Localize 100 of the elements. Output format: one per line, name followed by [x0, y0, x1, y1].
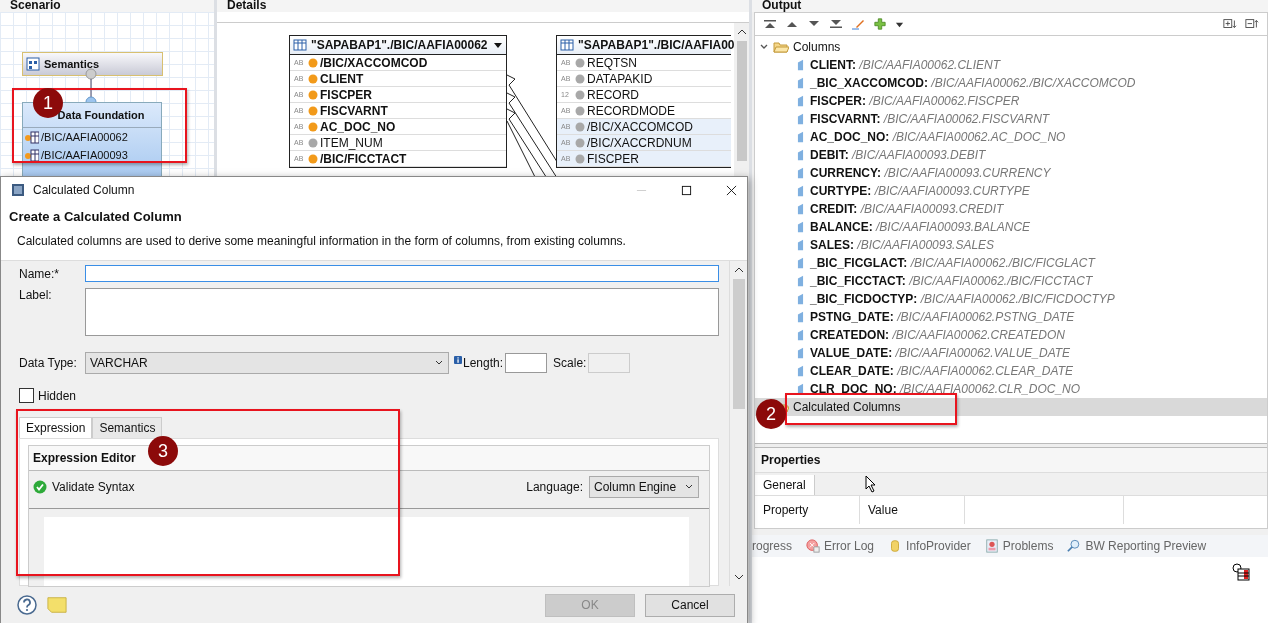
column-icon — [797, 383, 804, 395]
semantics-node[interactable]: Semantics — [22, 52, 163, 76]
dialog-button[interactable]: Cancel — [645, 593, 735, 617]
problems-icon — [984, 539, 999, 553]
column-icon — [797, 329, 804, 341]
validate-syntax-button[interactable]: Validate Syntax — [33, 480, 135, 494]
panel-title: Scenario — [0, 0, 214, 12]
column-mapping[interactable]: VALUE_DATE: /BIC/AAFIA00062.VALUE_DATE — [810, 346, 1071, 360]
field-label: Language: — [526, 480, 583, 494]
add-icon[interactable] — [873, 18, 887, 30]
scroll-thumb[interactable] — [736, 41, 747, 161]
column-mapping[interactable]: SALES: /BIC/AAFIA00093.SALES — [810, 238, 995, 252]
column-icon — [797, 257, 804, 269]
column-icon — [797, 113, 804, 125]
tab[interactable]: General — [755, 475, 815, 495]
pencil-icon[interactable] — [851, 18, 865, 30]
label-field[interactable] — [85, 288, 719, 336]
column-mapping[interactable]: CREDIT: /BIC/AAFIA00093.CREDIT — [810, 202, 1004, 216]
column-name: ITEM_NUM — [320, 135, 383, 150]
column-icon — [797, 167, 804, 179]
callout-number: 3 — [148, 436, 178, 466]
column-header: Property — [755, 496, 860, 524]
column-icon — [797, 239, 804, 251]
column-mapping[interactable]: _BIC_XACCOMCOD: /BIC/AAFIA00062./BIC/XACCOMCOD — [810, 76, 1136, 90]
scrollbar[interactable] — [729, 261, 747, 586]
column-name: DATAPAKID — [587, 71, 653, 86]
help-icon[interactable] — [17, 595, 37, 615]
column-mapping[interactable]: FISCPER: /BIC/AAFIA00062.FISCPER — [810, 94, 1020, 108]
view-tab[interactable]: rogress — [752, 539, 792, 553]
scroll-thumb[interactable] — [732, 279, 745, 409]
language-select[interactable]: Column Engine — [589, 476, 699, 498]
table-icon — [560, 38, 574, 52]
dialog-description: Calculated columns are used to derive some meaningful information in the form of columns, from existing columns. — [16, 234, 627, 248]
table-icon — [25, 130, 39, 144]
scroll-up-icon[interactable] — [733, 266, 744, 274]
panel-title: Output — [752, 0, 1268, 12]
view-tab[interactable]: Problems — [984, 539, 1054, 553]
column-mapping[interactable]: DEBIT: /BIC/AAFIA00093.DEBIT — [810, 148, 986, 162]
column-icon — [797, 59, 804, 71]
column-icon — [797, 311, 804, 323]
column-mapping[interactable]: _BIC_FICDOCTYP: /BIC/AAFIA00062./BIC/FICDOCTYP — [810, 292, 1115, 306]
field-label: Length: — [463, 356, 504, 370]
column-mapping[interactable]: PSTNG_DATE: /BIC/AAFIA00062.PSTNG_DATE — [810, 310, 1075, 324]
name-field[interactable] — [85, 265, 719, 282]
table-name: /BIC/AAFIA00093 — [41, 149, 128, 161]
data-type-select[interactable]: VARCHAR — [85, 352, 449, 374]
table-icon[interactable] — [1232, 563, 1250, 581]
tab[interactable]: Semantics — [92, 417, 163, 438]
field-label: Label: — [19, 288, 53, 302]
hidden-checkbox[interactable] — [19, 388, 34, 403]
check-icon — [33, 480, 47, 494]
scroll-down-icon[interactable] — [733, 573, 744, 581]
expand-all-icon[interactable] — [1223, 18, 1237, 30]
column-name: FISCVARNT — [320, 103, 388, 118]
move-bottom-icon[interactable] — [829, 18, 843, 30]
maximize-icon[interactable] — [681, 184, 692, 196]
column-header: Value — [860, 496, 965, 524]
column-mapping[interactable]: FISCVARNT: /BIC/AAFIA00062.FISCVARNT — [810, 112, 1050, 126]
column-mapping[interactable]: CURTYPE: /BIC/AAFIA00093.CURTYPE — [810, 184, 1030, 198]
node-label: Data Foundation — [56, 109, 145, 121]
move-top-icon[interactable] — [763, 18, 777, 30]
mouse-pointer-icon — [865, 475, 877, 493]
view-tab[interactable]: InfoProvider — [888, 539, 971, 553]
column-name: /BIC/FICCTACT — [320, 151, 407, 166]
tab[interactable]: Expression — [19, 417, 93, 438]
column-mapping[interactable]: CLEAR_DATE: /BIC/AAFIA00062.CLEAR_DATE — [810, 364, 1073, 378]
expression-field[interactable] — [44, 517, 689, 586]
length-field[interactable] — [505, 353, 548, 373]
column-mapping[interactable]: _BIC_FICGLACT: /BIC/AAFIA00062./BIC/FICGLACT — [810, 256, 1095, 270]
column-name: REQTSN — [587, 55, 637, 70]
app-icon — [11, 183, 25, 197]
field-label: Scale: — [553, 356, 587, 370]
scroll-up-icon[interactable] — [736, 28, 747, 36]
tree-item[interactable]: Columns — [755, 38, 1267, 56]
collapse-all-icon[interactable] — [1245, 18, 1259, 30]
column-mapping[interactable]: _BIC_FICCTACT: /BIC/AAFIA00062./BIC/FICCTACT — [810, 274, 1093, 288]
column-mapping[interactable]: CREATEDON: /BIC/AAFIA00062.CREATEDON — [810, 328, 1065, 342]
column-mapping[interactable]: CLIENT: /BIC/AAFIA00062.CLIENT — [810, 58, 1001, 72]
view-tab[interactable]: BW Reporting Preview — [1067, 539, 1207, 553]
magnifier-icon — [1067, 539, 1082, 553]
column-icon — [797, 185, 804, 197]
table-name: /BIC/AAFIA00062 — [41, 131, 128, 143]
column-name: /BIC/XACCOMCOD — [587, 119, 693, 134]
info-icon — [454, 356, 462, 364]
column-name: AC_DOC_NO — [320, 119, 396, 134]
panel-title: Properties — [755, 448, 1267, 473]
close-icon[interactable] — [726, 184, 737, 196]
column-mapping[interactable]: BALANCE: /BIC/AAFIA00093.BALANCE — [810, 220, 1031, 234]
folder-icon — [773, 40, 789, 54]
table-icon — [25, 148, 39, 162]
column-mapping[interactable]: CURRENCY: /BIC/AAFIA00093.CURRENCY — [810, 166, 1051, 180]
column-mapping[interactable]: CLR_DOC_NO: /BIC/AAFIA00062.CLR_DOC_NO — [810, 382, 1081, 396]
view-tab[interactable]: Error Log — [806, 539, 875, 553]
window-title: Calculated Column — [33, 183, 135, 197]
column-icon — [797, 149, 804, 161]
column-mapping[interactable]: AC_DOC_NO: /BIC/AAFIA00062.AC_DOC_NO — [810, 130, 1066, 144]
column-icon — [797, 95, 804, 107]
column-name: FISCPER — [320, 87, 372, 102]
checkbox-label: Hidden — [38, 388, 77, 403]
dropdown-icon[interactable] — [493, 40, 503, 50]
